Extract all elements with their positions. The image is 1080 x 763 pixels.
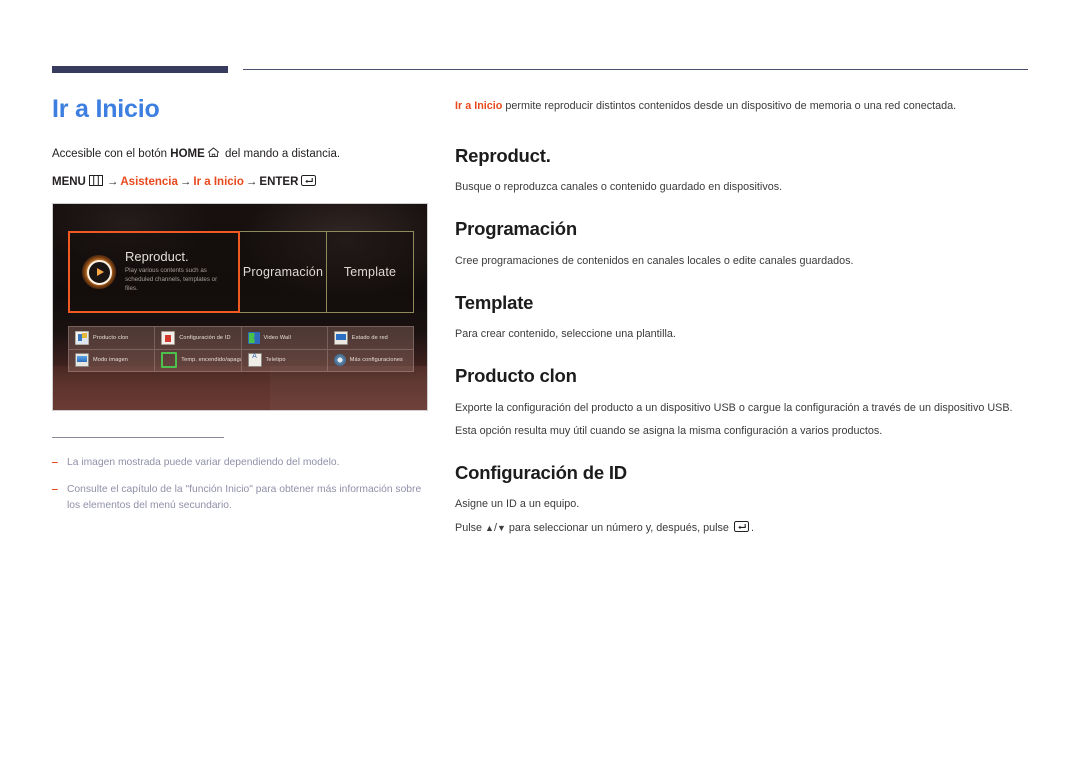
- play-circle-icon: [82, 255, 116, 289]
- enter-key-icon: [301, 174, 317, 186]
- footnote-rule: [52, 437, 224, 438]
- arrow-down-icon: ▼: [496, 522, 506, 533]
- section-paragraph: Asigne un ID a un equipo.: [455, 498, 580, 511]
- header-accent-bar: [52, 66, 228, 73]
- tv-shortcut-video-wall[interactable]: Video Wall: [242, 327, 328, 349]
- enter-key-icon: [733, 520, 749, 532]
- menu-arrow-2: →: [179, 175, 192, 188]
- section-configuracion-de-id: Configuración de ID Asigne un ID a un eq…: [455, 462, 1030, 537]
- tv-shortcut-teletipo[interactable]: Teletipo: [242, 349, 328, 371]
- right-column: Ir a Inicio permite reproducir distintos…: [455, 98, 1030, 543]
- footnote-dash: ‒: [52, 457, 58, 469]
- footnote-text: Consulte el capítulo de la "función Inic…: [67, 483, 422, 511]
- menu-arrow-1: →: [106, 175, 119, 188]
- section-paragraph: Para crear contenido, seleccione una pla…: [455, 328, 676, 341]
- video-wall-icon: [247, 331, 260, 344]
- home-button-label: HOME: [170, 147, 205, 160]
- tv-shortcut-label: Teletipo: [265, 357, 286, 364]
- tv-shortcut-mas-configuraciones[interactable]: Más configuraciones: [328, 350, 413, 372]
- ticker-icon: [247, 353, 262, 368]
- tv-shortcut-estado-de-red[interactable]: Estado de red: [328, 327, 413, 349]
- tv-tile-reproduct[interactable]: Reproduct. Play various contents such as…: [68, 231, 240, 313]
- page-title: Ir a Inicio: [52, 95, 160, 123]
- tv-shortcut-producto-clon[interactable]: Producto clon: [69, 327, 156, 349]
- menu-grid-icon: [88, 174, 103, 186]
- access-instruction: Accesible con el botón HOME del mando a …: [52, 146, 434, 163]
- section-producto-clon: Producto clon Exporte la configuración d…: [455, 365, 1030, 440]
- tv-tile-template[interactable]: Template: [327, 231, 414, 313]
- tv-screenshot-image: Reproduct. Play various contents such as…: [52, 203, 428, 411]
- tv-tile-programacion[interactable]: Programación: [240, 231, 327, 313]
- press-suffix: .: [750, 521, 754, 534]
- section-heading: Producto clon: [455, 365, 577, 387]
- section-heading: Programación: [455, 218, 577, 240]
- access-prefix: Accesible con el botón: [52, 147, 171, 160]
- tv-shortcut-row: Modo imagen Temp. encendido/apagado Tele…: [69, 349, 413, 372]
- intro-highlight: Ir a Inicio: [455, 100, 503, 112]
- section-paragraph: Busque o reproduzca canales o contenido …: [455, 181, 783, 193]
- menu-label: MENU: [52, 175, 86, 188]
- menu-step-asistencia: Asistencia: [120, 175, 178, 188]
- tv-tile-programacion-label: Programación: [242, 265, 324, 279]
- tv-shortcut-label: Temp. encendido/apagado: [181, 357, 240, 364]
- gear-icon: [333, 354, 346, 367]
- tv-shortcut-configuracion-de-id[interactable]: Configuración de ID: [155, 327, 242, 349]
- menu-path: MENU → Asistencia → Ir a Inicio → ENTER: [52, 174, 434, 191]
- arrow-up-icon: ▲: [485, 522, 494, 533]
- tv-shortcut-label: Estado de red: [351, 334, 388, 341]
- left-column: Ir a Inicio Accesible con el botón HOME …: [52, 95, 434, 191]
- tv-shortcut-label: Modo imagen: [93, 357, 128, 364]
- section-template: Template Para crear contenido, seleccion…: [455, 292, 1030, 344]
- picture-mode-icon: [75, 353, 89, 368]
- press-mid: para seleccionar un número y, después, p…: [505, 521, 732, 534]
- tv-main-tiles: Reproduct. Play various contents such as…: [68, 231, 414, 313]
- tv-tile-template-label: Template: [343, 265, 397, 279]
- footnote-text: La imagen mostrada puede variar dependie…: [67, 457, 340, 469]
- footnote-item: ‒ La imagen mostrada puede variar dependi…: [52, 455, 434, 471]
- section-press-instruction: Pulse ▲/▼ para seleccionar un número y, …: [455, 520, 1030, 537]
- tv-tile-reproduct-title: Reproduct.: [125, 248, 189, 264]
- tv-tile-reproduct-desc: Play various contents such as scheduled …: [125, 267, 218, 293]
- section-reproduct: Reproduct. Busque o reproduzca canales o…: [455, 145, 1030, 197]
- tv-shortcut-label: Más configuraciones: [349, 357, 403, 364]
- tv-shortcut-label: Video Wall: [263, 334, 291, 341]
- home-icon: [207, 146, 220, 158]
- section-paragraph: Cree programaciones de contenidos en can…: [455, 254, 854, 267]
- footnote-item: ‒ Consulte el capítulo de la "función Ini…: [52, 482, 434, 514]
- tv-shortcut-grid: Producto clon Configuración de ID Video …: [68, 326, 414, 372]
- tv-shortcut-label: Configuración de ID: [179, 334, 231, 341]
- access-suffix: del mando a distancia.: [221, 147, 341, 160]
- press-prefix: Pulse: [455, 521, 486, 534]
- section-heading: Reproduct.: [455, 144, 551, 166]
- clone-icon: [75, 330, 89, 345]
- intro-paragraph: Ir a Inicio permite reproducir distintos…: [455, 98, 1030, 115]
- network-status-icon: [333, 330, 348, 345]
- intro-rest: permite reproducir distintos contenidos …: [502, 100, 957, 112]
- tv-shortcut-temporizador[interactable]: Temp. encendido/apagado: [155, 349, 242, 371]
- tv-shortcut-modo-imagen[interactable]: Modo imagen: [69, 349, 156, 371]
- tv-bottom-gradient: [53, 366, 427, 410]
- section-heading: Template: [455, 291, 534, 313]
- tv-shortcut-row: Producto clon Configuración de ID Video …: [69, 327, 413, 350]
- id-card-icon: [161, 330, 176, 345]
- timer-icon: [161, 352, 178, 369]
- section-paragraph: Exporte la configuración del producto a …: [455, 401, 1013, 414]
- menu-arrow-3: →: [245, 175, 258, 188]
- menu-step-ir-a-inicio: Ir a Inicio: [193, 175, 244, 188]
- section-programacion: Programación Cree programaciones de cont…: [455, 218, 1030, 270]
- tv-shortcut-label: Producto clon: [93, 334, 129, 341]
- section-heading: Configuración de ID: [455, 462, 627, 484]
- page-header-rule: [0, 64, 1080, 78]
- footnote-dash: ‒: [52, 483, 58, 495]
- section-paragraph: Esta opción resulta muy útil cuando se a…: [455, 424, 883, 437]
- enter-label: ENTER: [259, 175, 299, 188]
- header-thin-rule: [243, 69, 1028, 70]
- footnote-list: ‒ La imagen mostrada puede variar dependi…: [52, 445, 434, 523]
